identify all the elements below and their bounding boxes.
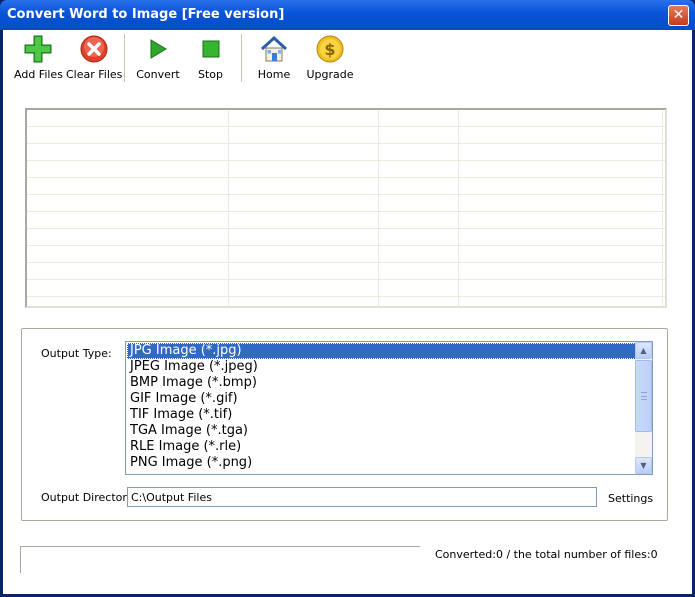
grid-row[interactable] — [27, 280, 665, 297]
upgrade-label: Upgrade — [306, 68, 354, 81]
home-button[interactable]: Home — [251, 34, 297, 84]
add-files-label: Add Files — [14, 68, 63, 81]
grid-row[interactable] — [27, 110, 665, 127]
add-files-button[interactable]: Add Files — [14, 34, 63, 84]
file-list-grid[interactable] — [25, 108, 667, 308]
client-area: Add Files Clear Files Convert Stop Home … — [3, 30, 692, 594]
scroll-down-button[interactable]: ▼ — [635, 457, 652, 474]
toolbar: Add Files Clear Files Convert Stop Home … — [3, 30, 692, 90]
clear-icon — [80, 35, 108, 63]
output-type-listbox[interactable]: JPG Image (*.jpg) JPEG Image (*.jpeg) BM… — [125, 341, 653, 475]
chevron-down-icon: ▼ — [640, 461, 647, 470]
format-option[interactable]: JPG Image (*.jpg) — [127, 343, 636, 359]
output-directory-input[interactable] — [127, 487, 597, 507]
output-directory-label: Output Directory: — [41, 491, 137, 504]
title-bar[interactable]: Convert Word to Image [Free version] ✕ — [0, 0, 695, 30]
clear-files-button[interactable]: Clear Files — [66, 34, 122, 84]
convert-button[interactable]: Convert — [134, 34, 182, 84]
settings-button[interactable]: Settings — [608, 492, 653, 505]
format-option[interactable]: TGA Image (*.tga) — [127, 423, 636, 439]
stop-label: Stop — [197, 68, 223, 81]
home-label: Home — [257, 68, 291, 81]
clear-files-label: Clear Files — [66, 68, 123, 81]
format-option[interactable]: TIF Image (*.tif) — [127, 407, 636, 423]
format-option[interactable]: JPEG Image (*.jpeg) — [127, 359, 636, 375]
home-icon — [260, 35, 288, 62]
close-button[interactable]: ✕ — [668, 5, 689, 26]
grid-row[interactable] — [27, 195, 665, 212]
grid-row[interactable] — [27, 229, 665, 246]
stop-button[interactable]: Stop — [188, 34, 233, 84]
app-window: Convert Word to Image [Free version] ✕ A… — [0, 0, 695, 597]
output-type-label: Output Type: — [41, 347, 112, 360]
grid-row[interactable] — [27, 212, 665, 229]
chevron-up-icon: ▲ — [640, 346, 647, 355]
toolbar-separator — [241, 34, 243, 82]
grid-row[interactable] — [27, 127, 665, 144]
window-title: Convert Word to Image [Free version] — [7, 7, 285, 22]
close-icon: ✕ — [672, 7, 685, 23]
plus-icon — [24, 35, 52, 63]
scroll-up-button[interactable]: ▲ — [635, 342, 652, 359]
play-icon — [150, 39, 167, 59]
stop-icon — [202, 40, 219, 58]
output-settings-group: Output Type: JPG Image (*.jpg) JPEG Imag… — [21, 328, 668, 521]
format-option[interactable]: RLE Image (*.rle) — [127, 439, 636, 455]
conversion-status: Converted:0 / the total number of files:… — [435, 548, 658, 561]
grid-row[interactable] — [27, 178, 665, 195]
format-option[interactable]: BMP Image (*.bmp) — [127, 375, 636, 391]
progress-area — [20, 546, 420, 573]
grid-row[interactable] — [27, 263, 665, 280]
grid-row[interactable] — [27, 161, 665, 178]
grip-icon — [641, 392, 647, 400]
scrollbar-thumb[interactable] — [635, 360, 652, 432]
convert-label: Convert — [136, 68, 180, 81]
upgrade-button[interactable]: $ Upgrade — [305, 34, 355, 84]
svg-text:$: $ — [324, 40, 335, 59]
format-option[interactable]: PNG Image (*.png) — [127, 455, 636, 471]
grid-row[interactable] — [27, 246, 665, 263]
listbox-scrollbar[interactable]: ▲ ▼ — [635, 342, 652, 474]
grid-row[interactable] — [27, 144, 665, 161]
dollar-coin-icon: $ — [316, 35, 344, 63]
toolbar-separator — [124, 34, 126, 82]
format-option[interactable]: GIF Image (*.gif) — [127, 391, 636, 407]
